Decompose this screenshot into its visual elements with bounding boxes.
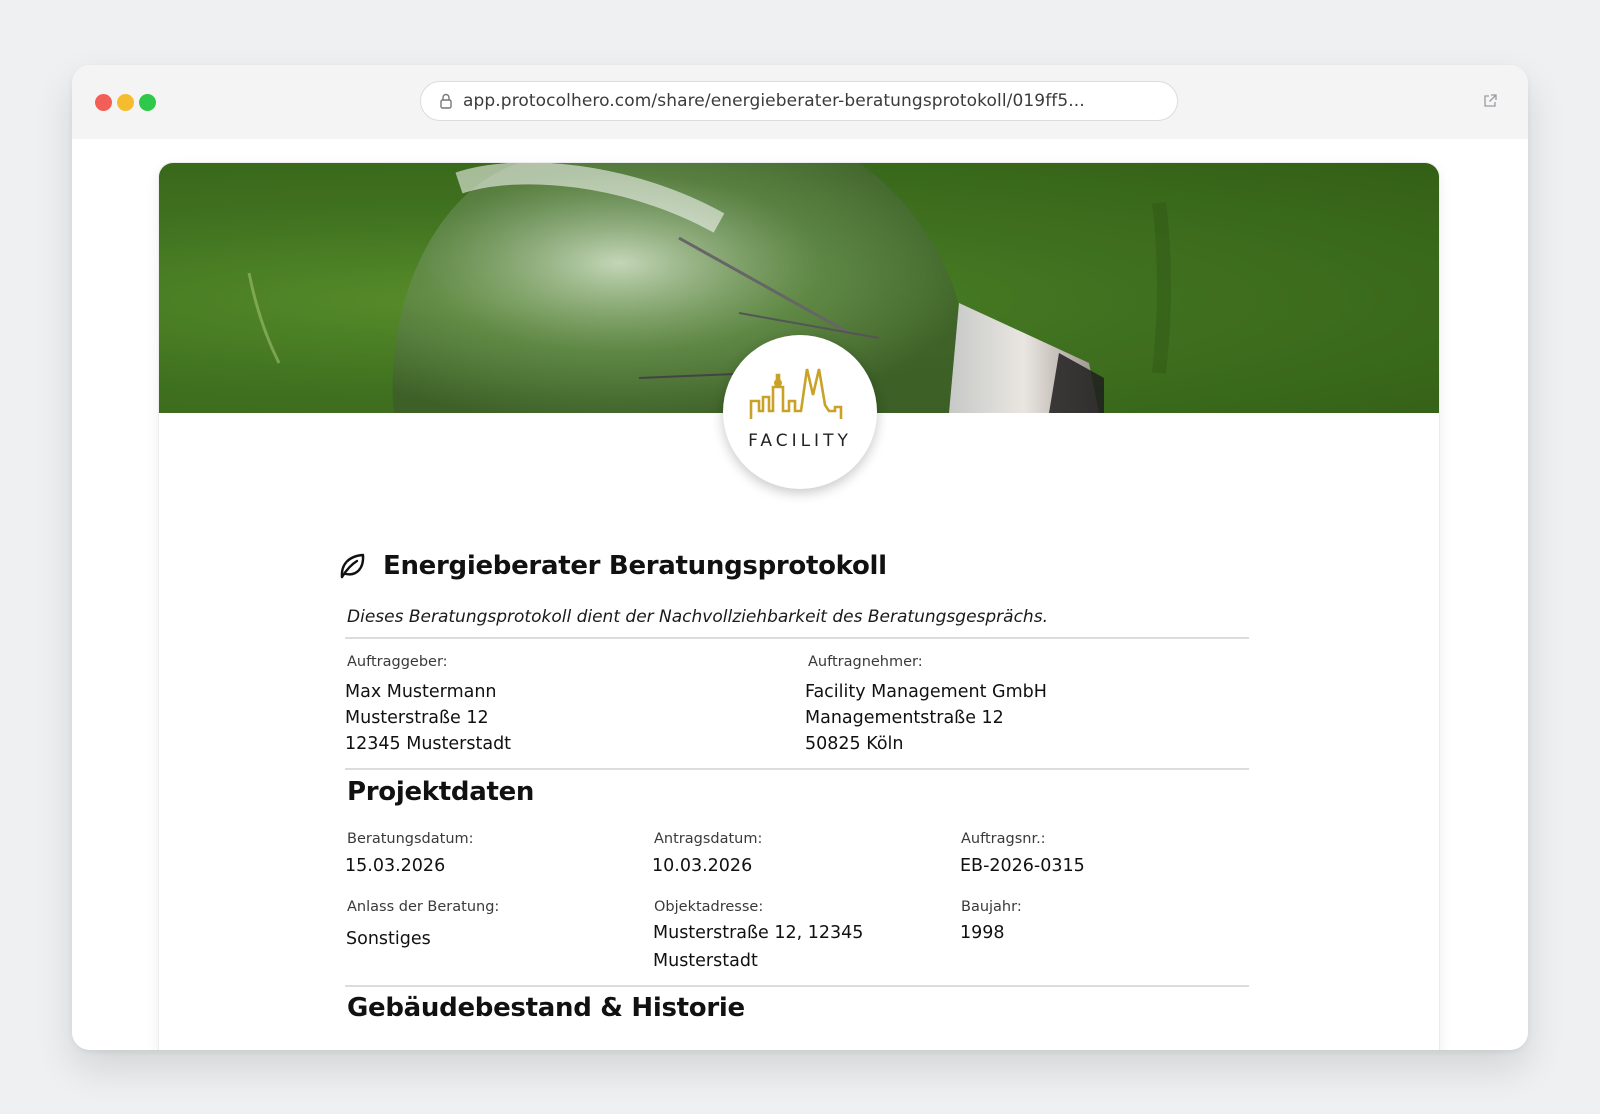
client-city: 12345 Musterstadt <box>345 734 512 754</box>
leaf-icon <box>340 553 365 579</box>
section-heading-projektdaten: Projektdaten <box>347 777 535 807</box>
open-external-icon[interactable] <box>1482 93 1498 109</box>
contractor-label: Auftragnehmer: <box>808 654 923 670</box>
divider <box>345 768 1249 770</box>
company-logo: FACILITY <box>723 335 877 489</box>
address-bar[interactable]: app.protocolhero.com/share/energieberate… <box>420 81 1178 121</box>
close-window-button[interactable] <box>95 94 112 111</box>
application-date-value: 10.03.2026 <box>652 856 753 876</box>
object-address-line2: Musterstadt <box>653 951 758 971</box>
client-label: Auftraggeber: <box>347 654 448 670</box>
year-built-value: 1998 <box>960 923 1005 943</box>
lock-icon <box>440 93 452 109</box>
divider <box>345 637 1249 639</box>
object-address-label: Objektadresse: <box>654 899 764 915</box>
page-title: Energieberater Beratungsprotokoll <box>383 551 887 581</box>
cologne-skyline-icon <box>749 368 843 419</box>
order-number-label: Auftragsnr.: <box>961 831 1046 847</box>
logo-text: FACILITY <box>748 431 852 451</box>
contractor-city: 50825 Köln <box>805 734 904 754</box>
protocol-card: FACILITY Energieberater Beratungsprotoko… <box>159 163 1439 1050</box>
title-row: Energieberater Beratungsprotokoll <box>337 551 887 581</box>
year-built-label: Baujahr: <box>961 899 1022 915</box>
client-name: Max Mustermann <box>345 682 497 702</box>
object-address-line1: Musterstraße 12, 12345 <box>653 923 864 943</box>
maximize-window-button[interactable] <box>139 94 156 111</box>
occasion-label: Anlass der Beratung: <box>347 899 500 915</box>
section-heading-building-history: Gebäudebestand & Historie <box>347 993 745 1023</box>
client-street: Musterstraße 12 <box>345 708 489 728</box>
contractor-name: Facility Management GmbH <box>805 682 1047 702</box>
minimize-window-button[interactable] <box>117 94 134 111</box>
application-date-label: Antragsdatum: <box>654 831 763 847</box>
page-content: FACILITY Energieberater Beratungsprotoko… <box>72 139 1528 1050</box>
contractor-street: Managementstraße 12 <box>805 708 1004 728</box>
browser-titlebar: app.protocolhero.com/share/energieberate… <box>72 65 1528 140</box>
url-text: app.protocolhero.com/share/energieberate… <box>463 91 1085 111</box>
order-number-value: EB-2026-0315 <box>960 856 1085 876</box>
consultation-date-value: 15.03.2026 <box>345 856 446 876</box>
document-subtitle: Dieses Beratungsprotokoll dient der Nach… <box>347 607 1048 627</box>
browser-window: app.protocolhero.com/share/energieberate… <box>72 65 1528 1050</box>
divider <box>345 985 1249 987</box>
consultation-date-label: Beratungsdatum: <box>347 831 474 847</box>
occasion-value: Sonstiges <box>346 929 431 949</box>
